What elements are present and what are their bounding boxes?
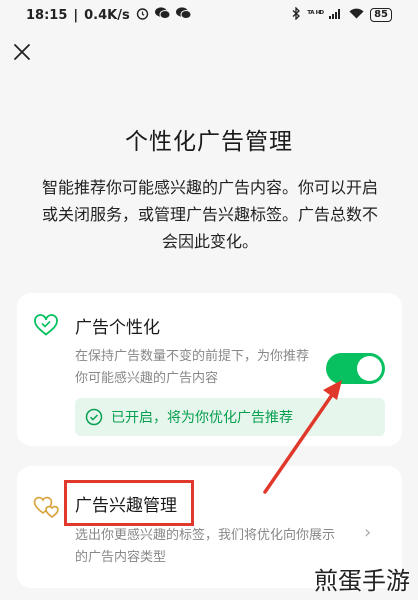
annotation-arrow bbox=[263, 380, 342, 494]
watermark-logo: 煎蛋手游 bbox=[314, 567, 410, 595]
